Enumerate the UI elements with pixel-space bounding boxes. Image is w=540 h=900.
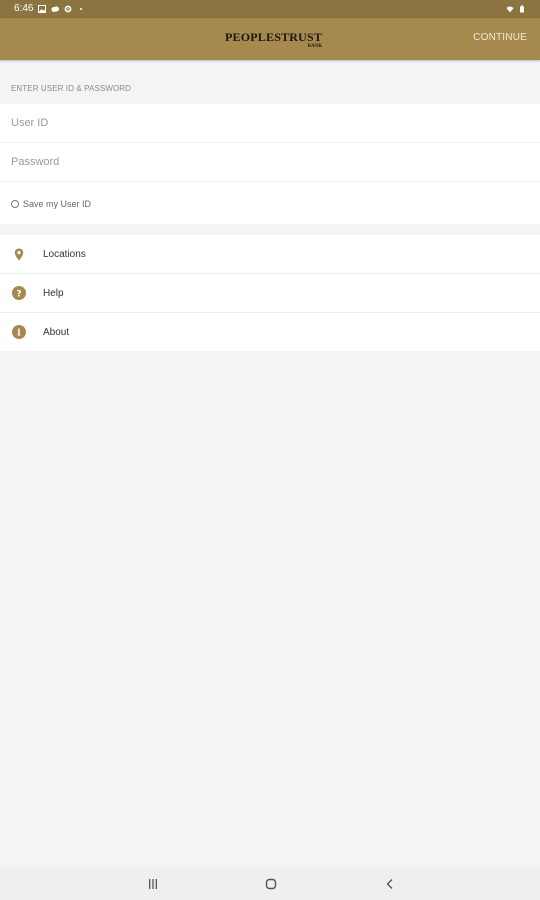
continue-button[interactable]: CONTINUE [473,32,527,43]
user-id-field [0,104,540,143]
gallery-icon [38,5,47,13]
peoplestrust-logo: PEOPLESTRUST BANK [225,29,322,51]
help-icon: ? [12,286,26,300]
password-field [0,143,540,182]
logo-sub: BANK [307,44,323,49]
user-id-input[interactable] [0,104,511,142]
menu-label-help: Help [43,287,64,299]
menu-item-locations[interactable]: Locations [0,235,540,274]
menu-item-help[interactable]: ? Help [0,274,540,313]
back-icon [386,879,393,889]
logo-name: PEOPLESTRUST [225,30,323,44]
wifi-icon [506,6,514,13]
svg-text:?: ? [16,289,21,299]
recent-apps-button[interactable] [145,876,161,892]
menu-list: Locations ? Help i About [0,235,540,351]
settings-icon [65,5,72,13]
back-button[interactable] [382,876,398,892]
recent-apps-icon [149,879,157,889]
menu-item-about[interactable]: i About [0,313,540,351]
status-time: 6:46 [14,3,34,14]
battery-icon [520,5,524,13]
cloud-icon [51,6,60,12]
save-user-id-option[interactable]: Save my User ID [11,196,91,212]
save-user-id-radio[interactable] [11,200,19,208]
home-icon [265,878,277,890]
svg-text:i: i [17,329,21,339]
status-bar: 6:46 [0,0,540,18]
info-icon: i [12,325,26,339]
save-user-id-label: Save my User ID [23,199,92,209]
section-label: ENTER USER ID & PASSWORD [11,84,132,93]
system-nav-bar [0,868,540,900]
location-pin-icon [12,247,26,261]
menu-label-locations: Locations [43,248,86,260]
home-button[interactable] [263,876,279,892]
password-input[interactable] [0,143,511,181]
dot-icon [80,8,83,10]
menu-label-about: About [43,326,70,338]
login-form: Save my User ID [0,104,540,224]
app-bar: PEOPLESTRUST BANK CONTINUE [0,18,540,60]
